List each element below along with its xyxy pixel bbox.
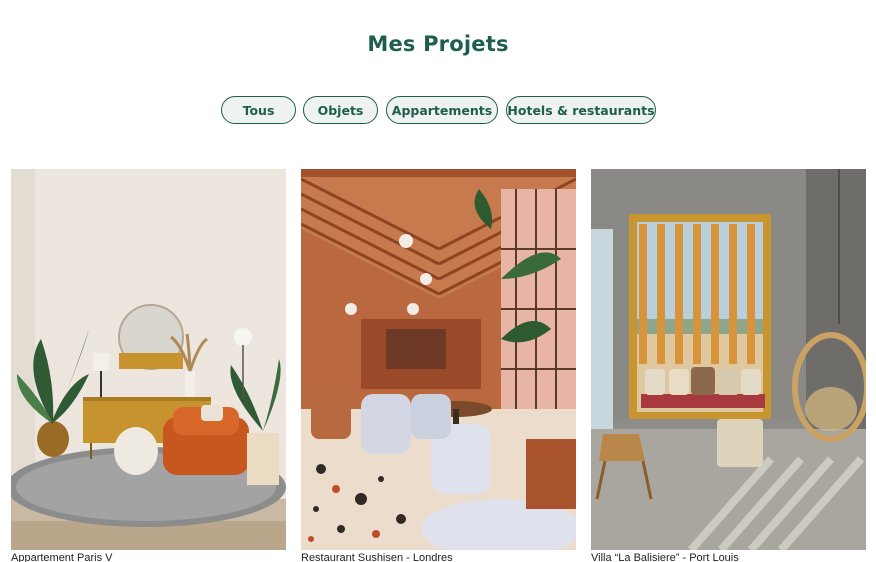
project-card-paris[interactable]: Appartement Paris V — [11, 169, 286, 562]
project-caption-port-louis: Villa “La Balisiere” - Port Louis — [591, 552, 739, 562]
project-caption-london: Restaurant Sushisen - Londres — [301, 552, 453, 562]
project-photo-port-louis[interactable] — [591, 169, 866, 550]
filter-hotels-restaurants-button[interactable]: Hotels & restaurants — [506, 96, 656, 124]
filter-apartments-button[interactable]: Appartements — [386, 96, 498, 124]
filter-bar: Tous Objets Appartements Hotels & restau… — [0, 96, 876, 124]
project-card-london[interactable]: Restaurant Sushisen - Londres — [301, 169, 576, 562]
filter-objects-button[interactable]: Objets — [303, 96, 378, 124]
project-photo-paris[interactable] — [11, 169, 286, 550]
filter-all-button[interactable]: Tous — [221, 96, 296, 124]
project-caption-paris: Appartement Paris V — [11, 552, 113, 562]
page-title: Mes Projets — [367, 32, 509, 56]
project-card-port-louis[interactable]: Villa “La Balisiere” - Port Louis — [591, 169, 866, 562]
project-photo-london[interactable] — [301, 169, 576, 550]
